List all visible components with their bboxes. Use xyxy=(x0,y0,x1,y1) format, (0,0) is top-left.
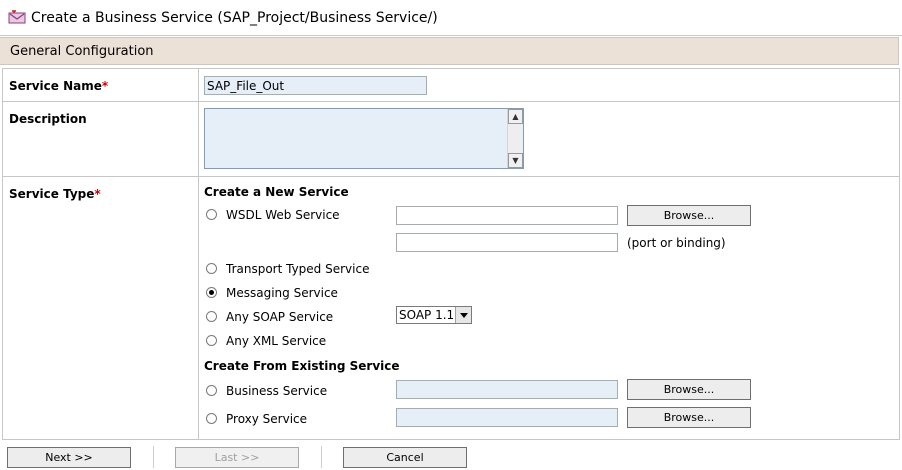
description-scrollbar[interactable]: ▲ ▼ xyxy=(507,109,523,168)
service-name-input[interactable] xyxy=(204,76,427,95)
messaging-label: Messaging Service xyxy=(226,286,338,300)
soap-version-value: SOAP 1.1 xyxy=(399,308,455,322)
wsdl-port-input[interactable] xyxy=(396,233,618,252)
chevron-down-icon[interactable] xyxy=(455,307,471,323)
port-binding-hint: (port or binding) xyxy=(627,236,726,250)
business-service-input[interactable] xyxy=(396,380,618,399)
nav-separator xyxy=(153,446,154,468)
business-browse-button[interactable]: Browse... xyxy=(627,379,751,400)
arrow-down-icon[interactable]: ▼ xyxy=(508,153,523,168)
any-soap-label: Any SOAP Service xyxy=(226,310,334,324)
arrow-up-icon[interactable]: ▲ xyxy=(508,109,523,124)
proxy-service-input[interactable] xyxy=(396,408,618,427)
soap-version-select[interactable]: SOAP 1.1 xyxy=(396,306,472,324)
page-title: Create a Business Service (SAP_Project/B… xyxy=(31,10,438,26)
messaging-radio[interactable] xyxy=(206,287,217,298)
nav-separator xyxy=(321,446,322,468)
column-divider xyxy=(198,69,199,439)
row-divider xyxy=(3,101,899,102)
last-button[interactable]: Last >> xyxy=(175,447,299,468)
business-service-label: Business Service xyxy=(226,384,328,398)
section-header: General Configuration xyxy=(0,37,899,65)
wsdl-radio[interactable] xyxy=(206,209,217,220)
business-service-icon xyxy=(8,10,26,24)
wsdl-label: WSDL Web Service xyxy=(226,208,340,222)
create-new-heading: Create a New Service xyxy=(204,185,349,199)
create-existing-heading: Create From Existing Service xyxy=(204,359,400,373)
description-textarea[interactable]: ▲ ▼ xyxy=(204,108,524,169)
transport-typed-radio[interactable] xyxy=(206,263,217,274)
any-xml-label: Any XML Service xyxy=(226,334,327,348)
any-xml-radio[interactable] xyxy=(206,335,217,346)
service-type-label: Service Type* xyxy=(9,187,101,201)
transport-typed-label: Transport Typed Service xyxy=(226,262,370,276)
wsdl-browse-button[interactable]: Browse... xyxy=(627,205,751,226)
business-service-radio[interactable] xyxy=(206,385,217,396)
cancel-button[interactable]: Cancel xyxy=(343,447,467,468)
service-name-label: Service Name* xyxy=(9,79,109,93)
proxy-service-radio[interactable] xyxy=(206,413,217,424)
required-mark: * xyxy=(94,187,101,201)
any-soap-radio[interactable] xyxy=(206,311,217,322)
section-title: General Configuration xyxy=(10,44,154,59)
wsdl-input[interactable] xyxy=(396,206,618,225)
required-mark: * xyxy=(101,79,109,93)
proxy-service-label: Proxy Service xyxy=(226,412,308,426)
title-bar: Create a Business Service (SAP_Project/B… xyxy=(0,0,902,36)
description-label: Description xyxy=(9,112,87,126)
row-divider xyxy=(3,176,899,177)
proxy-browse-button[interactable]: Browse... xyxy=(627,407,751,428)
next-button[interactable]: Next >> xyxy=(7,447,131,468)
